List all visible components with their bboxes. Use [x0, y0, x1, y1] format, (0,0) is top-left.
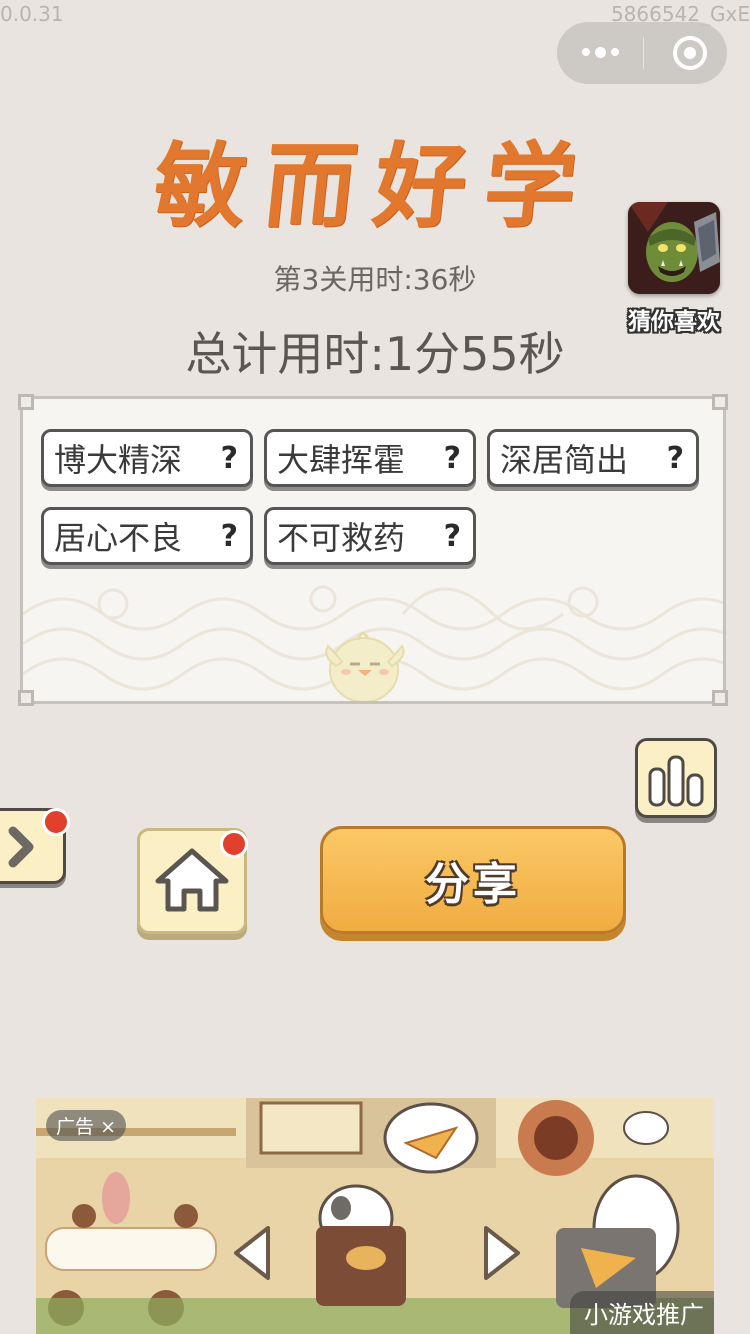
help-icon[interactable]: ?: [444, 519, 461, 554]
idiom-card[interactable]: 不可救药 ?: [264, 507, 476, 565]
help-icon[interactable]: ?: [221, 519, 238, 554]
idiom-text: 不可救药: [277, 519, 406, 557]
share-button[interactable]: 分享: [320, 826, 626, 934]
ad-cta-label[interactable]: 小游戏推广: [570, 1291, 714, 1334]
orc-warrior-game-icon: [628, 202, 720, 294]
panel-corner-ornament: [18, 394, 34, 410]
ad-banner[interactable]: 广告 × 小游戏推广: [36, 1098, 714, 1334]
wave-pattern-decoration: [23, 585, 723, 701]
close-program-icon[interactable]: [673, 36, 707, 70]
panel-corner-ornament: [18, 690, 34, 706]
idiom-text: 深居简出: [500, 441, 629, 479]
idiom-card[interactable]: 博大精深 ?: [41, 429, 253, 487]
help-icon[interactable]: ?: [444, 441, 461, 476]
notification-dot: [42, 808, 70, 836]
ranking-button[interactable]: [635, 738, 717, 818]
recommend-label[interactable]: 猜你喜欢: [618, 302, 730, 336]
notification-dot: [220, 830, 248, 858]
ad-tag-label: 广告: [56, 1116, 95, 1138]
bar-chart-icon: [648, 755, 704, 807]
idiom-card[interactable]: 居心不良 ?: [41, 507, 253, 565]
mini-program-capsule: [557, 22, 727, 84]
chick-mascot: [325, 632, 405, 701]
ad-close-icon[interactable]: ×: [100, 1116, 116, 1138]
idiom-text: 大肆挥霍: [277, 441, 406, 479]
help-icon[interactable]: ?: [667, 441, 684, 476]
idiom-text: 博大精深: [54, 441, 183, 479]
idiom-card[interactable]: 深居简出 ?: [487, 429, 699, 487]
idiom-card[interactable]: 大肆挥霍 ?: [264, 429, 476, 487]
more-menu-icon[interactable]: [557, 46, 643, 58]
idiom-panel: 博大精深 ? 大肆挥霍 ? 深居简出 ? 居心不良 ? 不可救药 ?: [20, 396, 726, 704]
version-label: 0.0.31: [0, 2, 64, 26]
panel-corner-ornament: [712, 394, 728, 410]
capsule-divider: [643, 37, 644, 69]
panel-corner-ornament: [712, 690, 728, 706]
recommend-game-thumbnail[interactable]: [628, 202, 720, 294]
ad-tag[interactable]: 广告 ×: [46, 1110, 126, 1141]
idiom-text: 居心不良: [54, 519, 183, 557]
help-icon[interactable]: ?: [221, 441, 238, 476]
